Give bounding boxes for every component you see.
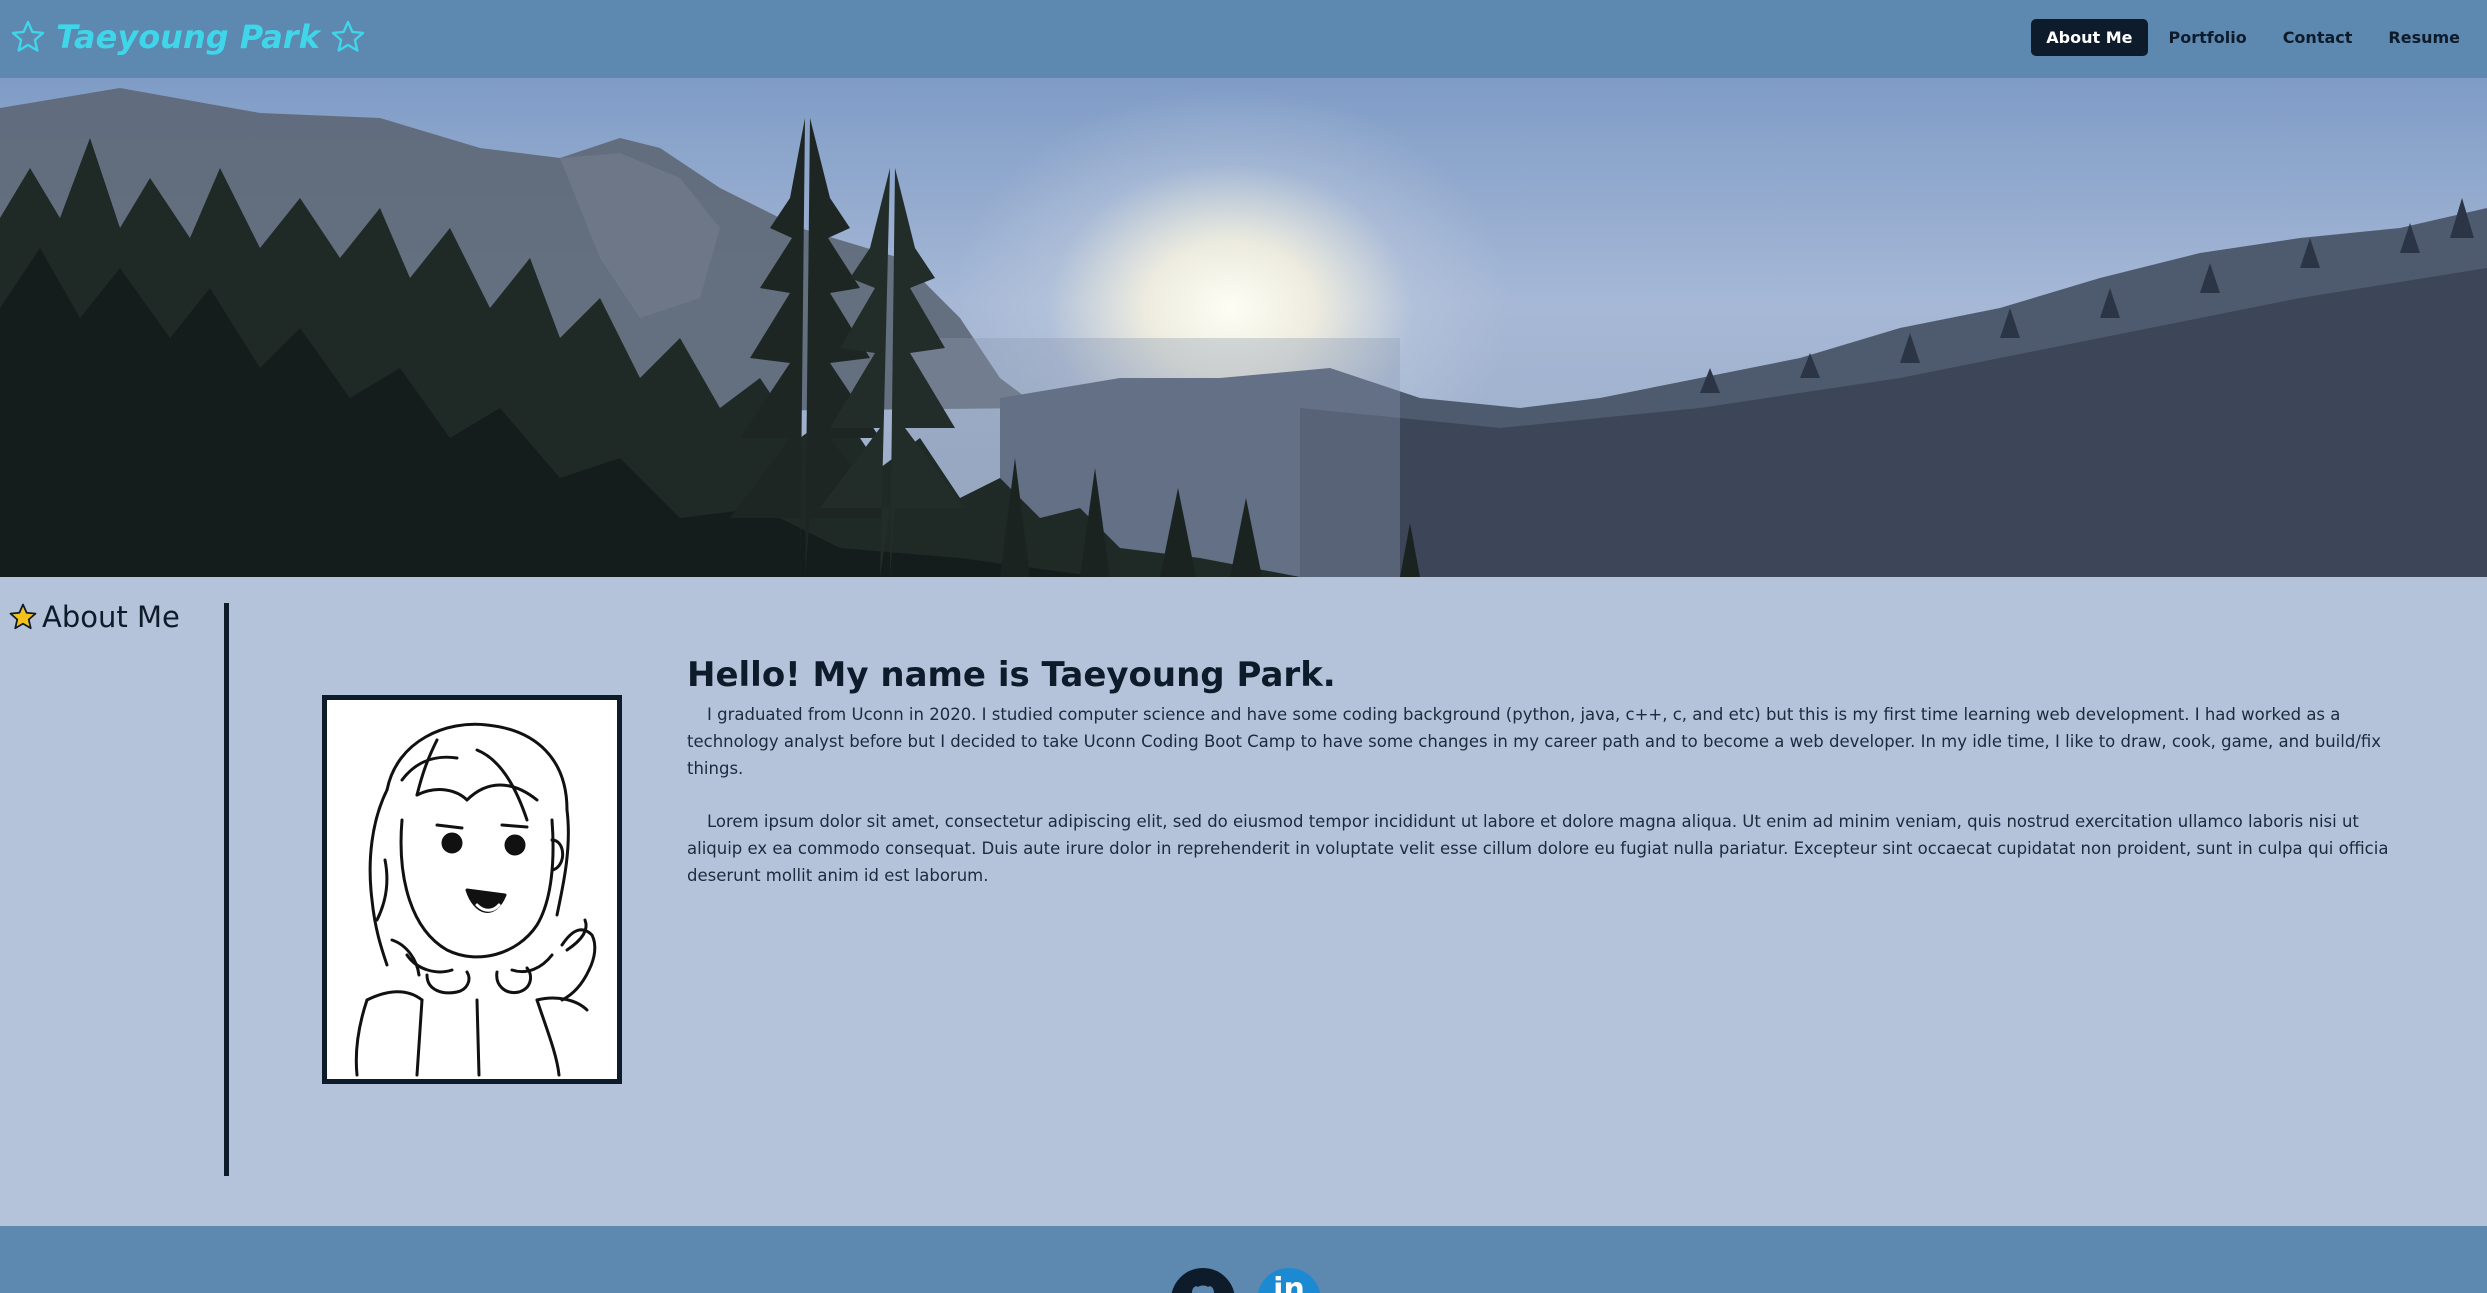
linkedin-icon: in	[1273, 1272, 1305, 1293]
greeting-heading: Hello! My name is Taeyoung Park.	[687, 655, 1336, 695]
github-icon	[1176, 1273, 1230, 1293]
star-filled-icon	[9, 603, 37, 630]
nav-about-me[interactable]: About Me	[2031, 19, 2148, 56]
forest-landscape-illustration	[0, 88, 2487, 577]
top-navbar: Taeyoung Park About Me Portfolio Contact…	[0, 0, 2487, 78]
github-link[interactable]	[1171, 1268, 1235, 1293]
section-heading: About Me	[8, 600, 180, 634]
about-section: About Me Hello! My name is Taeyoung Park…	[0, 577, 2487, 1226]
about-paragraph: Lorem ipsum dolor sit amet, consectetur …	[687, 812, 2389, 885]
profile-portrait-image	[322, 695, 622, 1084]
footer: in	[0, 1226, 2487, 1293]
vertical-divider	[224, 603, 229, 1176]
star-outline-icon	[331, 20, 365, 52]
linkedin-link[interactable]: in	[1257, 1268, 1321, 1293]
brand-name[interactable]: Taeyoung Park	[56, 18, 320, 56]
star-outline-icon	[11, 20, 45, 52]
hero-banner-image	[0, 78, 2487, 577]
portrait-drawing	[354, 722, 597, 1077]
nav-contact[interactable]: Contact	[2268, 19, 2368, 56]
nav-portfolio[interactable]: Portfolio	[2154, 19, 2262, 56]
nav-resume[interactable]: Resume	[2373, 19, 2475, 56]
main-nav: About Me Portfolio Contact Resume	[2031, 19, 2475, 56]
brand[interactable]: Taeyoung Park	[10, 18, 366, 56]
section-title: About Me	[42, 600, 180, 634]
about-content: Hello! My name is Taeyoung Park. I gradu…	[687, 655, 2407, 915]
about-paragraph: I graduated from Uconn in 2020. I studie…	[687, 705, 2382, 778]
